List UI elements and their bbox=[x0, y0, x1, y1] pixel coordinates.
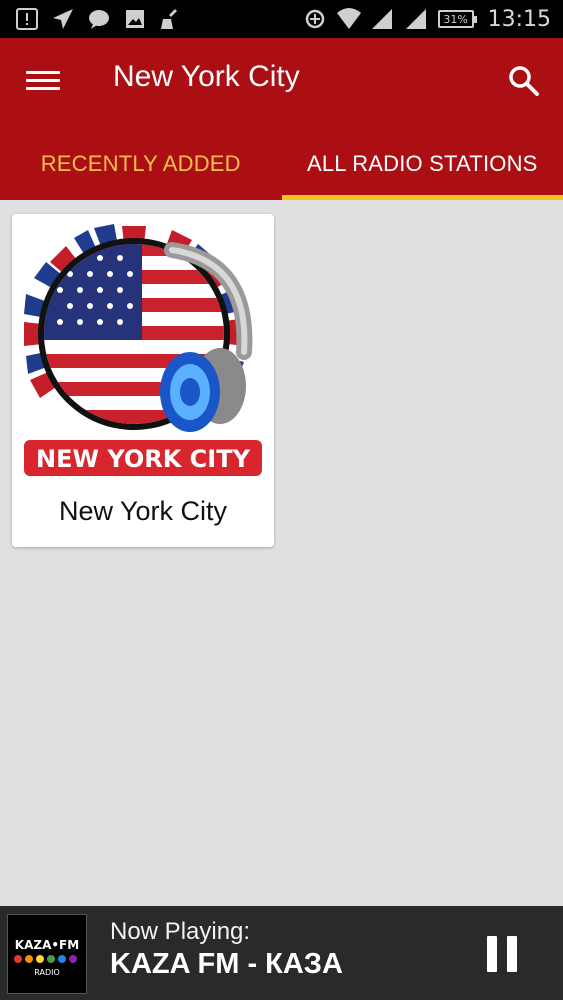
cleaner-icon bbox=[158, 6, 184, 32]
wifi-icon bbox=[336, 6, 362, 32]
image-icon bbox=[122, 6, 148, 32]
data-saver-icon bbox=[302, 6, 328, 32]
new-york-city-logo: NEW YORK CITY bbox=[22, 222, 262, 476]
signal-1-icon bbox=[370, 6, 396, 32]
send-icon bbox=[50, 6, 76, 32]
battery-level: 31% bbox=[443, 12, 468, 26]
station-card[interactable]: NEW YORK CITY New York City bbox=[12, 214, 274, 547]
station-logo: KAZA•FM RADIO bbox=[7, 914, 87, 994]
now-playing-station: KAZA FM - КАЗА bbox=[110, 948, 343, 980]
logo-text: NEW YORK CITY bbox=[36, 445, 251, 473]
alert-icon bbox=[14, 6, 40, 32]
battery-indicator: 31% bbox=[437, 10, 477, 28]
status-bar: 31% 13:15 bbox=[0, 0, 563, 38]
app-bar: New York City bbox=[0, 38, 563, 128]
search-icon[interactable] bbox=[507, 64, 541, 98]
pause-icon[interactable] bbox=[487, 936, 519, 972]
chat-icon bbox=[86, 6, 112, 32]
now-playing-bar[interactable]: KAZA•FM RADIO Now Playing: KAZA FM - КАЗ… bbox=[0, 906, 563, 1000]
hamburger-menu-icon[interactable] bbox=[26, 66, 60, 96]
signal-2-icon bbox=[404, 6, 430, 32]
tab-all-radio-stations[interactable]: ALL RADIO STATIONS bbox=[281, 128, 563, 200]
page-title: New York City bbox=[113, 60, 300, 93]
player-logo-subtext: RADIO bbox=[34, 968, 60, 977]
clock: 13:15 bbox=[487, 6, 551, 32]
station-name: New York City bbox=[58, 496, 228, 526]
now-playing-label: Now Playing: bbox=[110, 918, 251, 945]
player-logo-text: KAZA•FM bbox=[15, 938, 79, 952]
tab-recently-added[interactable]: RECENTLY ADDED bbox=[0, 128, 282, 200]
tab-bar: RECENTLY ADDED ALL RADIO STATIONS bbox=[0, 128, 563, 200]
